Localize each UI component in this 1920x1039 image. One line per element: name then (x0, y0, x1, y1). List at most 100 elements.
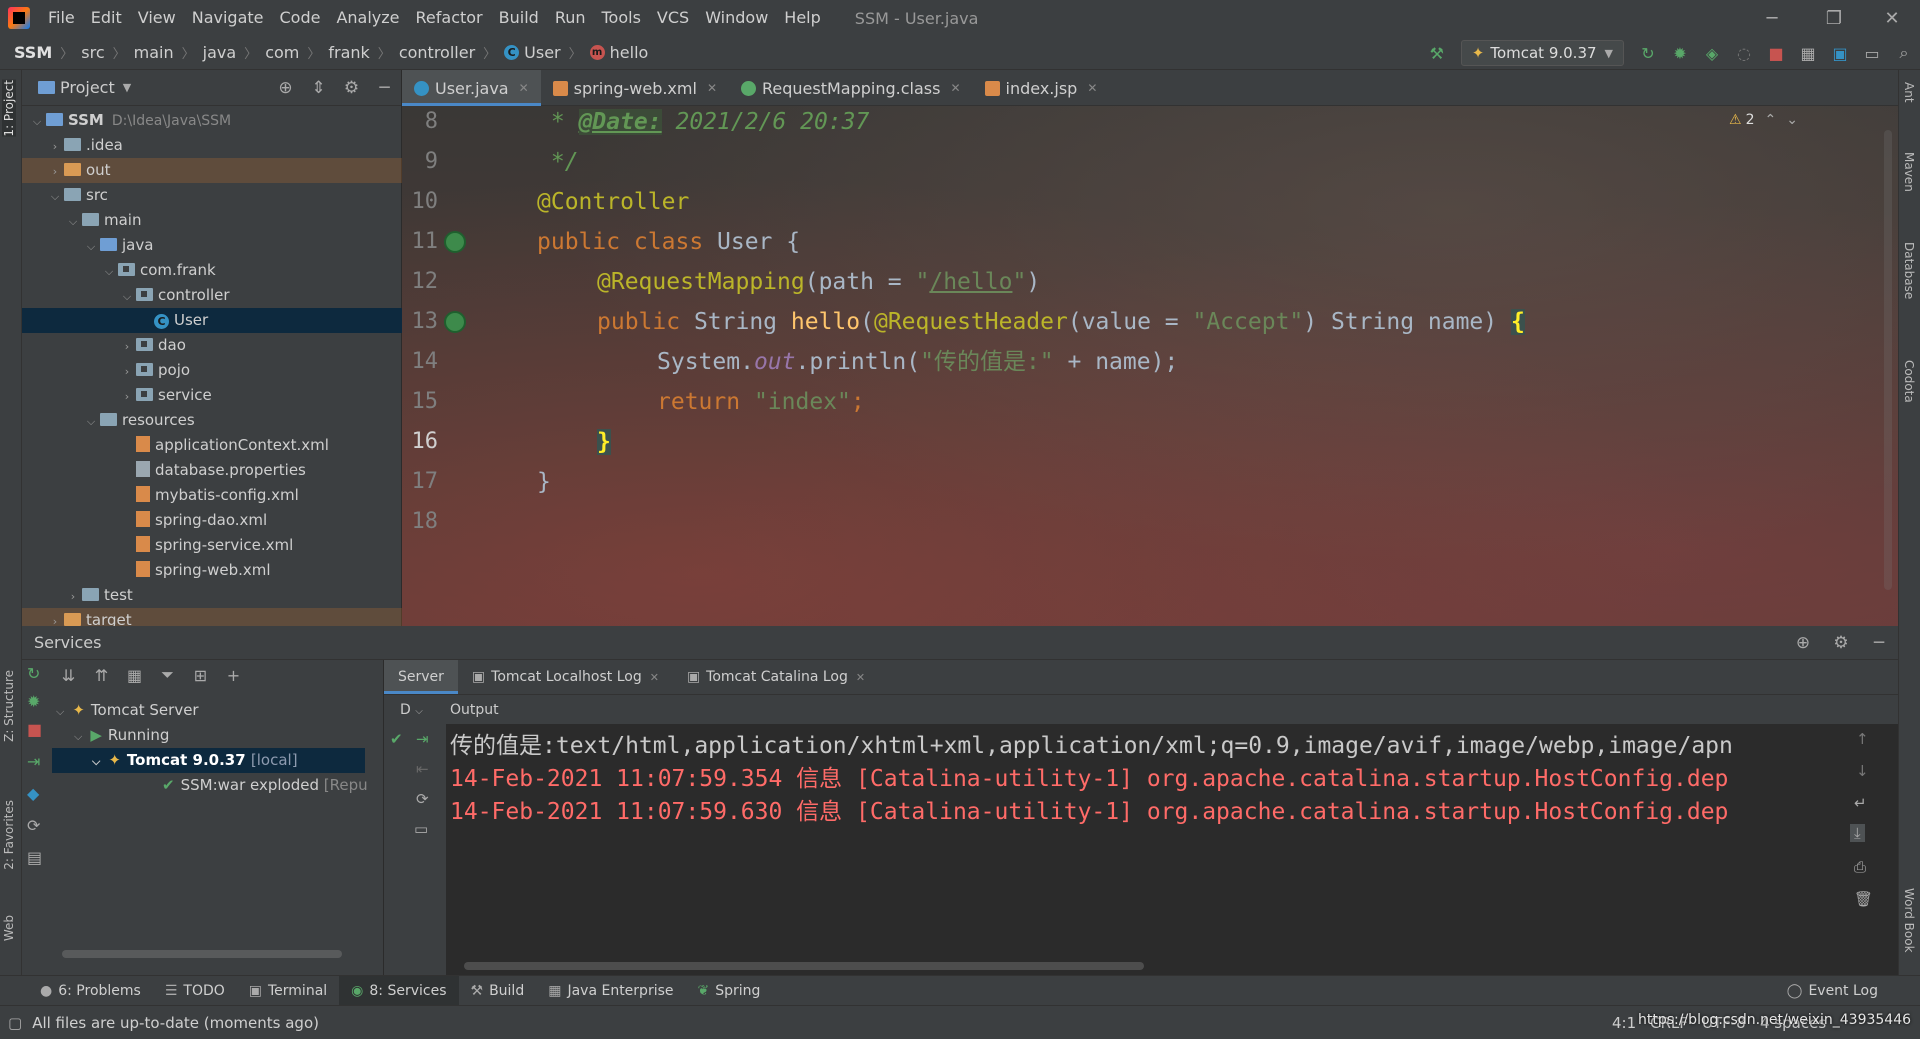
hide-icon[interactable]: ─ (368, 78, 401, 98)
chevron-down-icon[interactable]: ▼ (123, 81, 131, 94)
menu-file[interactable]: File (40, 0, 83, 36)
tree-item-database-properties[interactable]: database.properties (22, 458, 402, 483)
close-tab-icon[interactable]: ✕ (707, 81, 717, 95)
tool-window-web[interactable]: Web (2, 915, 16, 941)
tool-services[interactable]: ◉ 8: Services (339, 975, 459, 1006)
tab-tomcat-localhost-log[interactable]: ▣ Tomcat Localhost Log ✕ (458, 660, 673, 694)
tree-item-spring-dao-xml[interactable]: spring-dao.xml (22, 508, 402, 533)
close-tab-icon[interactable]: ✕ (519, 81, 529, 95)
tree-item-src[interactable]: ⌵ src (22, 183, 402, 208)
code-area[interactable]: * @Date: 2021/2/6 20:37 */ @Controller p… (402, 106, 1898, 626)
layout-icon[interactable]: ▤ (27, 848, 42, 867)
menu-refactor[interactable]: Refactor (408, 0, 491, 36)
tab-spring-web-xml[interactable]: spring-web.xml ✕ (541, 70, 729, 106)
menu-window[interactable]: Window (697, 0, 776, 36)
minimize-icon[interactable]: ─ (1744, 0, 1800, 36)
breadcrumb-main[interactable]: main (134, 43, 174, 62)
tree-item-java[interactable]: ⌵ java (22, 233, 402, 258)
tool-problems[interactable]: ● 6: Problems (28, 976, 153, 1006)
breadcrumb-controller[interactable]: controller (399, 43, 475, 62)
gear-icon[interactable]: ⚙ (335, 78, 368, 98)
tree-item-user[interactable]: C User (22, 308, 402, 333)
browser-icon[interactable]: ▭ (414, 820, 428, 838)
close-tab-icon[interactable]: ✕ (950, 81, 960, 95)
refresh-icon[interactable]: ⟳ (27, 816, 40, 835)
service-running-group[interactable]: ⌵ ▶ Running (74, 723, 169, 748)
tab-tomcat-catalina-log[interactable]: ▣ Tomcat Catalina Log ✕ (673, 660, 879, 694)
close-icon[interactable]: ✕ (1864, 0, 1920, 36)
soft-wrap-icon[interactable]: ↵ (1854, 794, 1867, 812)
deploy-icon[interactable]: ⇥ (27, 752, 40, 771)
service-tomcat-server[interactable]: ⌵ ✦ Tomcat Server (56, 698, 199, 723)
menu-tools[interactable]: Tools (594, 0, 649, 36)
project-structure-icon[interactable]: ▦ (1792, 36, 1824, 70)
tool-window-structure[interactable]: Z: Structure (2, 670, 16, 742)
menu-build[interactable]: Build (491, 0, 547, 36)
rerun-icon[interactable]: ↻ (27, 664, 40, 683)
translate-icon[interactable]: ▣ (1824, 36, 1856, 70)
close-tab-icon[interactable]: ✕ (650, 671, 659, 684)
debug-icon[interactable]: ✹ (27, 692, 40, 711)
tool-window-ant[interactable]: Ant (1902, 82, 1916, 103)
tab-server[interactable]: Server (384, 660, 458, 694)
editor-scrollbar[interactable] (1884, 130, 1892, 590)
tree-item-applicationcontext-xml[interactable]: applicationContext.xml (22, 433, 402, 458)
collapse-all-icon[interactable]: ⇈ (85, 666, 118, 685)
breadcrumb-java[interactable]: java (203, 43, 237, 62)
hide-icon[interactable]: ─ (1860, 633, 1898, 653)
tree-item-resources[interactable]: ⌵ resources (22, 408, 402, 433)
tool-window-database[interactable]: Database (1902, 242, 1916, 299)
refresh-icon[interactable]: ⟳ (416, 790, 429, 808)
services-tree-scrollbar[interactable] (62, 950, 342, 958)
service-ssm-war-exploded[interactable]: ✔ SSM:war exploded [Repu (162, 773, 368, 798)
scroll-to-end-icon[interactable]: ⤓ (1850, 824, 1865, 842)
tool-terminal[interactable]: ▣ Terminal (237, 976, 339, 1006)
breadcrumb-user[interactable]: User (524, 43, 560, 62)
tab-index-jsp[interactable]: index.jsp ✕ (973, 70, 1110, 106)
menu-view[interactable]: View (130, 0, 184, 36)
run-configuration-select[interactable]: ✦ Tomcat 9.0.37 ▼ (1460, 40, 1624, 66)
expand-all-icon[interactable]: ⇊ (52, 666, 85, 685)
artifact-icon[interactable]: ◆ (27, 784, 39, 803)
tree-item-test[interactable]: › test (22, 583, 402, 608)
breadcrumb-frank[interactable]: frank (328, 43, 369, 62)
build-hammer-icon[interactable]: ⚒ (1421, 36, 1453, 70)
tree-item-controller[interactable]: ⌵ controller (22, 283, 402, 308)
breadcrumb-com[interactable]: com (265, 43, 299, 62)
menu-edit[interactable]: Edit (83, 0, 130, 36)
tree-item-dao[interactable]: › dao (22, 333, 402, 358)
print-icon[interactable]: ⎙ (1854, 858, 1866, 876)
menu-help[interactable]: Help (776, 0, 828, 36)
tree-item-ssm[interactable]: ⌵ SSM D:\Idea\Java\SSM (22, 108, 402, 133)
menu-analyze[interactable]: Analyze (328, 0, 407, 36)
tree-item-spring-service-xml[interactable]: spring-service.xml (22, 533, 402, 558)
tree-item-target[interactable]: › target (22, 608, 402, 626)
service-tomcat-local[interactable]: ⌵ ✦ Tomcat 9.0.37 [local] (52, 748, 365, 773)
deploy-all-icon[interactable]: ⇥ (416, 730, 429, 748)
caret-position[interactable]: 4:1 (1612, 1014, 1636, 1032)
search-icon[interactable]: ⌕ (1888, 36, 1920, 70)
breadcrumb-ssm[interactable]: SSM (14, 43, 52, 62)
locate-icon[interactable]: ⊕ (269, 78, 302, 98)
status-message[interactable]: All files are up-to-date (moments ago) (32, 1014, 319, 1032)
tool-window-word-book[interactable]: Word Book (1902, 888, 1916, 953)
undeploy-icon[interactable]: ⇤ (416, 760, 429, 778)
tool-java-enterprise[interactable]: ▦ Java Enterprise (536, 976, 685, 1006)
tool-spring[interactable]: ❦ Spring (686, 976, 773, 1006)
status-toggle-icon[interactable]: ▢ (8, 1014, 22, 1032)
tree-item-out[interactable]: › out (22, 158, 402, 183)
filter-icon[interactable]: ⏷ (151, 665, 184, 685)
profile-icon[interactable]: ◌ (1728, 36, 1760, 70)
presentation-icon[interactable]: ▭ (1856, 36, 1888, 70)
tab-user-java[interactable]: User.java ✕ (402, 70, 541, 106)
menu-navigate[interactable]: Navigate (184, 0, 272, 36)
debug-icon[interactable]: ✹ (1664, 36, 1696, 70)
group-by-icon[interactable]: ▦ (118, 666, 151, 685)
tool-todo[interactable]: ☰ TODO (153, 976, 237, 1006)
tool-event-log[interactable]: ◯ Event Log (1775, 976, 1890, 1006)
stop-icon[interactable]: ■ (1760, 36, 1792, 70)
add-service-icon[interactable]: + (217, 666, 250, 685)
menu-vcs[interactable]: VCS (649, 0, 697, 36)
tool-window-favorites[interactable]: 2: Favorites (2, 800, 16, 870)
tool-window-project[interactable]: 1: Project (2, 80, 16, 137)
